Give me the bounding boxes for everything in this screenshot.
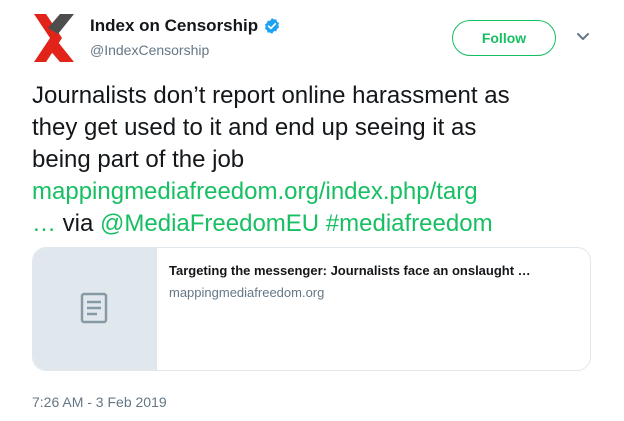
author-name[interactable]: Index on Censorship [90, 16, 281, 36]
author-name-text[interactable]: Index on Censorship [90, 16, 258, 36]
article-link[interactable]: mappingmediafreedom.org/index.php/targ [32, 178, 478, 205]
link-preview-card[interactable]: Targeting the messenger: Journalists fac… [32, 247, 591, 371]
chevron-down-icon[interactable] [576, 32, 590, 42]
timestamp[interactable]: 7:26 AM - 3 Feb 2019 [32, 394, 167, 410]
tweet-text-line: they get used to it and end up seeing it… [32, 114, 477, 141]
article-link-ellipsis[interactable]: … [32, 210, 56, 237]
hashtag-link[interactable]: #mediafreedom [326, 210, 493, 237]
author-handle[interactable]: @IndexCensorship [90, 42, 209, 58]
follow-button[interactable]: Follow [452, 20, 556, 56]
document-icon [80, 292, 107, 324]
tweet: Index on Censorship @IndexCensorship Fol… [0, 0, 624, 421]
mention-link[interactable]: @MediaFreedomEU [100, 210, 319, 237]
tweet-text-line: being part of the job [32, 146, 245, 173]
verified-badge-icon [265, 18, 280, 34]
card-thumbnail [33, 248, 157, 370]
card-body: Targeting the messenger: Journalists fac… [157, 248, 590, 370]
tweet-text: Journalists don’t report online harassme… [32, 80, 602, 240]
tweet-text-line: Journalists don’t report online harassme… [32, 82, 510, 109]
index-on-censorship-logo[interactable] [32, 12, 76, 64]
via-text: via [56, 210, 101, 237]
card-title[interactable]: Targeting the messenger: Journalists fac… [169, 262, 579, 280]
card-domain: mappingmediafreedom.org [169, 285, 325, 300]
